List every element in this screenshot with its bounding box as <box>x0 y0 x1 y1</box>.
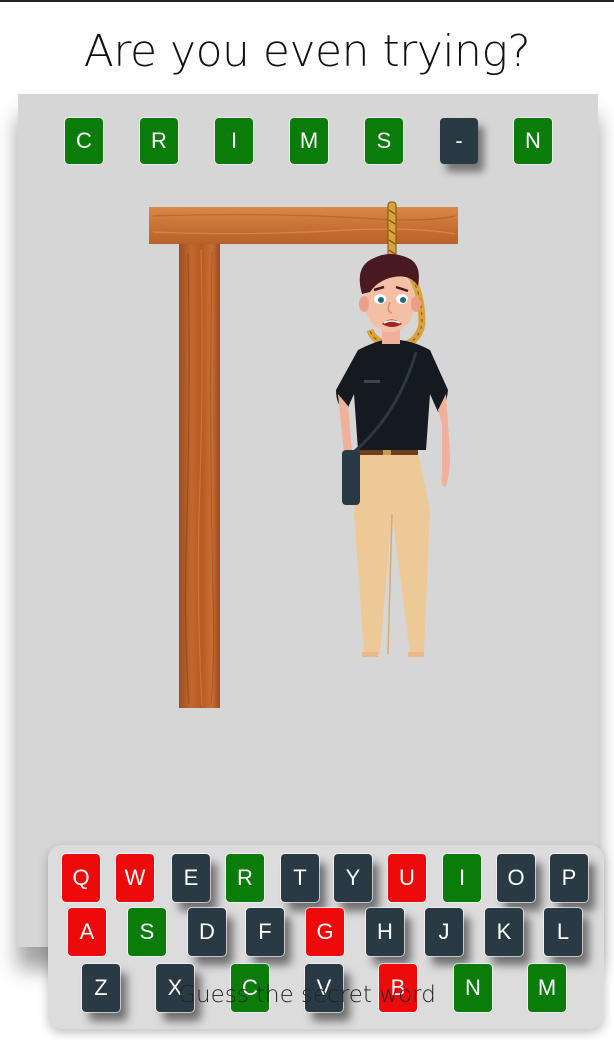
hint-text: Guess the secret word <box>178 982 436 1008</box>
hanged-man-character <box>336 254 450 657</box>
key-p[interactable]: P <box>550 854 588 902</box>
key-h[interactable]: H <box>366 908 404 956</box>
top-border <box>0 0 614 2</box>
key-k[interactable]: K <box>485 908 523 956</box>
game-board: CRIMS-N Q W E R T Y U I O P A S D F G H … <box>18 94 604 1029</box>
key-o[interactable]: O <box>497 854 535 902</box>
key-a[interactable]: A <box>68 908 106 956</box>
key-s[interactable]: S <box>128 908 166 956</box>
key-e[interactable]: E <box>172 854 210 902</box>
gallows-beam <box>149 207 458 244</box>
key-q[interactable]: Q <box>62 854 100 902</box>
key-d[interactable]: D <box>188 908 226 956</box>
key-t[interactable]: T <box>281 854 319 902</box>
gallows-scene <box>149 201 458 708</box>
key-i[interactable]: I <box>443 854 481 902</box>
key-u[interactable]: U <box>388 854 426 902</box>
key-y[interactable]: Y <box>334 854 372 902</box>
key-l[interactable]: L <box>544 908 582 956</box>
key-w[interactable]: W <box>116 854 154 902</box>
key-r[interactable]: R <box>226 854 264 902</box>
key-g[interactable]: G <box>306 908 344 956</box>
page-title: Are you even trying? <box>83 26 531 77</box>
key-f[interactable]: F <box>246 908 284 956</box>
gallows-post <box>179 244 220 708</box>
key-j[interactable]: J <box>425 908 463 956</box>
